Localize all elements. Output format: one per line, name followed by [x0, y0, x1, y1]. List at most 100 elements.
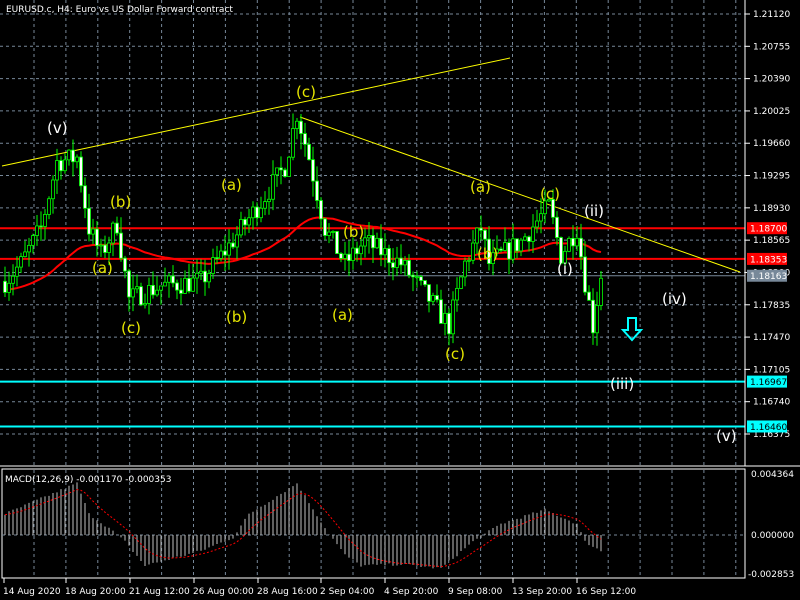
bear-candle — [139, 286, 143, 306]
price-tick: 1.16740 — [753, 398, 790, 408]
bear-candle — [307, 143, 311, 161]
bull-candle — [519, 239, 523, 252]
bear-candle — [175, 282, 179, 291]
bull-candle — [207, 273, 211, 283]
bull-candle — [19, 256, 23, 268]
bear-candle — [215, 257, 219, 259]
bull-candle — [367, 235, 371, 239]
bear-candle — [387, 248, 391, 264]
bear-candle — [187, 277, 191, 292]
wave-label: (c) — [296, 83, 316, 101]
bull-candle — [531, 226, 535, 242]
bull-candle — [239, 219, 243, 236]
bear-candle — [311, 159, 315, 182]
macd-signal-line — [4, 489, 602, 568]
time-tick: 13 Sep 20:00 — [512, 587, 572, 597]
bear-candle — [399, 257, 403, 266]
price-tick: 1.21120 — [753, 10, 790, 20]
bear-candle — [83, 185, 87, 209]
time-tick: 26 Aug 00:00 — [193, 587, 254, 597]
wave-label: (a) — [92, 259, 113, 277]
wave-label: (b) — [477, 245, 498, 263]
bull-candle — [191, 277, 195, 292]
wave-label: (b) — [110, 193, 131, 211]
wave-label: (i) — [557, 260, 573, 278]
bull-candle — [535, 220, 539, 228]
bull-candle — [183, 277, 187, 294]
wave-label: (iii) — [610, 375, 634, 393]
bear-candle — [39, 225, 43, 228]
bull-candle — [267, 198, 271, 202]
bear-candle — [423, 280, 427, 286]
bear-candle — [499, 248, 503, 251]
bull-candle — [91, 228, 95, 235]
wave-label: (b) — [343, 223, 364, 241]
bear-candle — [555, 216, 559, 238]
bull-candle — [163, 281, 167, 287]
bear-candle — [527, 236, 531, 242]
bear-candle — [335, 231, 339, 254]
bear-candle — [435, 295, 439, 301]
wave-label: (c) — [445, 345, 465, 363]
bull-candle — [415, 276, 419, 279]
wave-label: (iv) — [662, 290, 687, 308]
price-level-label: 1.16460 — [750, 423, 787, 433]
bear-candle — [203, 270, 207, 283]
chart-title: EURUSD.c, H4: Euro vs US Dollar Forward … — [6, 5, 233, 15]
bear-candle — [391, 262, 395, 268]
bull-candle — [503, 242, 507, 251]
bull-candle — [199, 270, 203, 274]
price-tick: 1.19295 — [753, 172, 790, 182]
bear-candle — [151, 284, 155, 296]
bull-candle — [11, 275, 15, 284]
bear-candle — [583, 256, 587, 293]
bull-candle — [295, 120, 299, 129]
bull-candle — [443, 312, 447, 324]
bear-candle — [123, 257, 127, 272]
price-tick: 1.20755 — [753, 42, 790, 52]
bull-candle — [287, 156, 291, 177]
price-tick: 1.20025 — [753, 107, 790, 117]
macd-label: MACD(12,26,9) -0.001170 -0.000353 — [5, 475, 171, 485]
bull-candle — [155, 289, 159, 296]
macd-histogram — [4, 482, 602, 569]
bull-candle — [275, 167, 279, 176]
bull-candle — [143, 303, 147, 306]
bear-candle — [71, 149, 75, 163]
price-tick: 1.17470 — [753, 333, 790, 343]
bull-candle — [575, 237, 579, 247]
bear-candle — [87, 207, 91, 235]
price-level-label: 1.18700 — [750, 225, 787, 235]
bull-candle — [131, 288, 135, 298]
price-level-label: 1.18163 — [750, 272, 787, 282]
bear-candle — [59, 160, 63, 172]
wave-label: (a) — [470, 178, 491, 196]
time-tick: 4 Sep 20:00 — [384, 587, 439, 597]
bull-candle — [107, 242, 111, 253]
wave-label: (ii) — [584, 202, 604, 220]
bull-candle — [247, 217, 251, 226]
upper-trendline[interactable] — [1, 57, 511, 167]
bull-candle — [47, 198, 51, 215]
time-tick: 21 Aug 12:00 — [129, 587, 190, 597]
wave-label: (b) — [226, 308, 247, 326]
bear-candle — [591, 299, 595, 334]
bear-candle — [95, 228, 99, 246]
bull-candle — [235, 234, 239, 248]
bull-candle — [539, 213, 543, 222]
time-axis[interactable]: 14 Aug 2020 18 Aug 20:00 21 Aug 12:00 26 Au… — [3, 578, 636, 597]
bull-candle — [227, 242, 231, 256]
bull-candle — [467, 259, 471, 262]
chart-window[interactable]: (v) (a) (b) (c) (b) (a) (c) (b) (a) (c) (a) (b) (c) (… — [0, 0, 800, 600]
bull-candle — [523, 236, 527, 241]
bull-candle — [211, 257, 215, 274]
bull-candle — [599, 277, 603, 306]
bear-candle — [427, 284, 431, 302]
bull-candle — [351, 247, 355, 261]
bear-candle — [419, 276, 423, 281]
bull-candle — [167, 275, 171, 283]
bear-candle — [299, 120, 303, 134]
wave-label: (c) — [121, 319, 141, 337]
bull-candle — [475, 227, 479, 244]
bull-candle — [135, 286, 139, 290]
